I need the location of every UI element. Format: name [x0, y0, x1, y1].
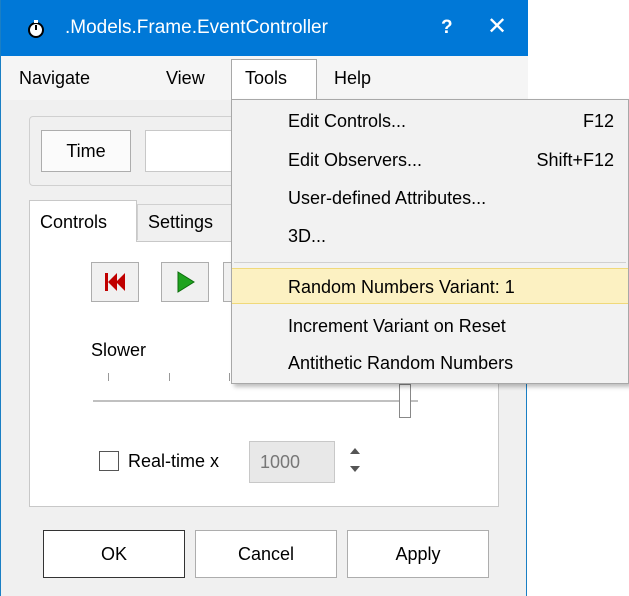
menu-item-edit-controls[interactable]: Edit Controls... F12	[232, 103, 628, 139]
stopwatch-icon	[28, 20, 44, 38]
menu-separator	[234, 262, 626, 263]
menu-item-label: 3D...	[288, 226, 327, 246]
menu-item-label: User-defined Attributes...	[288, 188, 487, 208]
ok-button[interactable]: OK	[43, 530, 185, 578]
time-button[interactable]: Time	[41, 130, 131, 172]
slider-tick	[108, 373, 109, 381]
menu-item-3d[interactable]: 3D...	[232, 218, 628, 254]
apply-button[interactable]: Apply	[347, 530, 489, 578]
menu-item-user-attributes[interactable]: User-defined Attributes...	[232, 180, 628, 216]
play-icon	[177, 271, 195, 293]
time-display-field[interactable]	[145, 130, 245, 172]
speed-slider-thumb[interactable]	[399, 384, 411, 418]
menu-item-label: Edit Controls...	[288, 111, 407, 131]
menu-item-increment-variant[interactable]: Increment Variant on Reset	[232, 308, 628, 344]
realtime-label: Real-time x	[128, 451, 220, 471]
slower-label: Slower	[91, 340, 147, 360]
menu-navigate[interactable]: Navigate	[19, 68, 90, 89]
menu-view[interactable]: View	[166, 68, 205, 89]
title-bar[interactable]: .Models.Frame.EventController ? ✕	[1, 0, 528, 56]
close-button[interactable]: ✕	[487, 14, 507, 40]
realtime-factor-input[interactable]: 1000	[249, 441, 335, 483]
reset-button[interactable]	[91, 262, 139, 302]
menu-item-label: Random Numbers Variant: 1	[288, 277, 515, 297]
play-button[interactable]	[161, 262, 209, 302]
slider-tick	[169, 373, 170, 381]
help-button[interactable]: ?	[441, 17, 453, 39]
cancel-button[interactable]: Cancel	[195, 530, 337, 578]
menu-help[interactable]: Help	[334, 68, 371, 89]
menu-item-shortcut: F12	[582, 111, 614, 131]
menu-item-random-numbers-variant[interactable]: Random Numbers Variant: 1	[232, 268, 628, 304]
speed-slider-track[interactable]	[93, 400, 418, 402]
menu-item-antithetic-random[interactable]: Antithetic Random Numbers	[232, 345, 628, 381]
realtime-checkbox[interactable]	[99, 451, 119, 471]
rewind-to-start-icon	[105, 273, 125, 291]
menu-item-edit-observers[interactable]: Edit Observers... Shift+F12	[232, 142, 628, 178]
menu-item-label: Antithetic Random Numbers	[288, 353, 514, 373]
window-title: .Models.Frame.EventController	[65, 17, 328, 38]
spin-arrows-icon[interactable]	[349, 444, 361, 476]
tools-dropdown-menu: Edit Controls... F12 Edit Observers... S…	[231, 99, 629, 384]
menu-item-label: Edit Observers...	[288, 150, 423, 170]
menu-tools[interactable]: Tools	[231, 59, 317, 99]
menu-item-shortcut: Shift+F12	[536, 150, 614, 170]
tab-controls[interactable]: Controls	[29, 200, 137, 242]
slider-tick	[229, 373, 230, 381]
menu-bar: Navigate View Tools Help	[1, 56, 528, 100]
menu-item-label: Increment Variant on Reset	[288, 316, 506, 336]
